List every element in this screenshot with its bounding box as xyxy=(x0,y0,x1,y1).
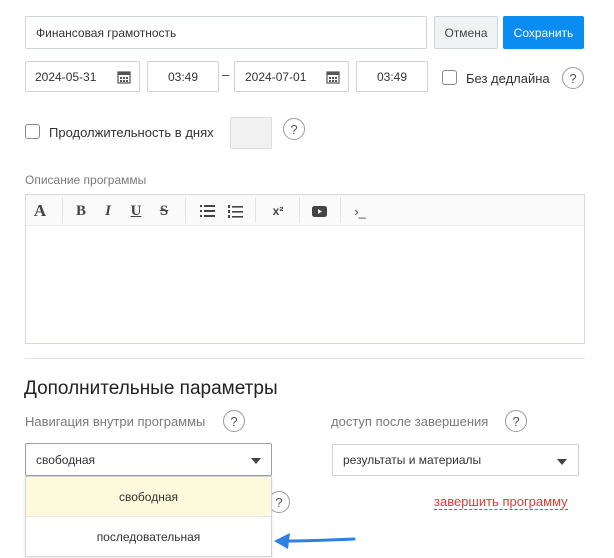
start-time-input[interactable]: 03:49 xyxy=(147,61,219,92)
start-date-value: 2024-05-31 xyxy=(35,69,97,84)
strikethrough-icon[interactable]: S xyxy=(155,201,173,221)
code-icon[interactable]: ›_ xyxy=(349,201,371,221)
annotation-arrow xyxy=(274,533,356,549)
section-divider xyxy=(25,358,585,359)
description-content[interactable] xyxy=(34,236,574,336)
program-title-input[interactable]: Финансовая грамотность xyxy=(25,16,427,49)
additional-params-heading: Дополнительные параметры xyxy=(24,378,278,399)
duration-label: Продолжительность в днях xyxy=(49,125,214,140)
help-icon[interactable]: ? xyxy=(283,118,305,140)
end-date-input[interactable]: 2024-07-01 xyxy=(234,61,349,92)
help-icon[interactable]: ? xyxy=(562,67,584,89)
font-icon[interactable]: A xyxy=(30,201,50,221)
calendar-icon[interactable] xyxy=(326,70,340,87)
navigation-dropdown: свободная последовательная xyxy=(25,476,272,557)
toolbar-divider xyxy=(185,197,186,223)
end-date-value: 2024-07-01 xyxy=(245,69,307,84)
toolbar-divider xyxy=(62,197,63,223)
numbered-list-icon[interactable] xyxy=(226,201,244,221)
underline-icon[interactable]: U xyxy=(127,201,145,221)
end-time-value: 03:49 xyxy=(376,69,408,84)
duration-days-input[interactable] xyxy=(230,117,272,149)
italic-icon[interactable]: I xyxy=(99,201,117,221)
finish-program-link[interactable]: завершить программу xyxy=(434,494,568,510)
navigation-label: Навигация внутри программы xyxy=(25,414,206,429)
help-icon[interactable]: ? xyxy=(505,410,527,432)
bold-icon[interactable]: B xyxy=(72,201,90,221)
access-select[interactable]: результаты и материалы xyxy=(332,444,579,476)
dropdown-option[interactable]: свободная xyxy=(26,477,271,517)
calendar-icon[interactable] xyxy=(117,70,131,87)
toolbar-divider xyxy=(255,197,256,223)
toolbar-divider xyxy=(340,197,341,223)
help-icon[interactable]: ? xyxy=(223,410,245,432)
chevron-down-icon xyxy=(251,458,261,464)
navigation-selected-value: свободная xyxy=(36,452,95,467)
description-label: Описание программы xyxy=(25,173,147,187)
access-label: доступ после завершения xyxy=(331,414,489,429)
navigation-select[interactable]: свободная xyxy=(25,443,272,476)
bullet-list-icon[interactable] xyxy=(198,201,216,221)
chevron-down-icon xyxy=(557,459,567,465)
end-time-input[interactable]: 03:49 xyxy=(356,61,428,92)
save-button[interactable]: Сохранить xyxy=(503,16,584,49)
start-time-value: 03:49 xyxy=(167,69,199,84)
duration-checkbox[interactable] xyxy=(25,124,40,139)
toolbar-divider xyxy=(299,197,300,223)
program-title-value: Финансовая грамотность xyxy=(36,25,177,40)
superscript-icon[interactable]: x² xyxy=(267,201,289,221)
access-selected-value: результаты и материалы xyxy=(343,453,482,467)
video-icon[interactable] xyxy=(310,201,328,221)
start-date-input[interactable]: 2024-05-31 xyxy=(25,61,140,92)
dropdown-option[interactable]: последовательная xyxy=(26,517,271,557)
cancel-button[interactable]: Отмена xyxy=(434,16,498,49)
date-range-separator: – xyxy=(222,67,230,82)
no-deadline-label: Без дедлайна xyxy=(466,71,550,86)
no-deadline-checkbox[interactable] xyxy=(442,70,457,85)
